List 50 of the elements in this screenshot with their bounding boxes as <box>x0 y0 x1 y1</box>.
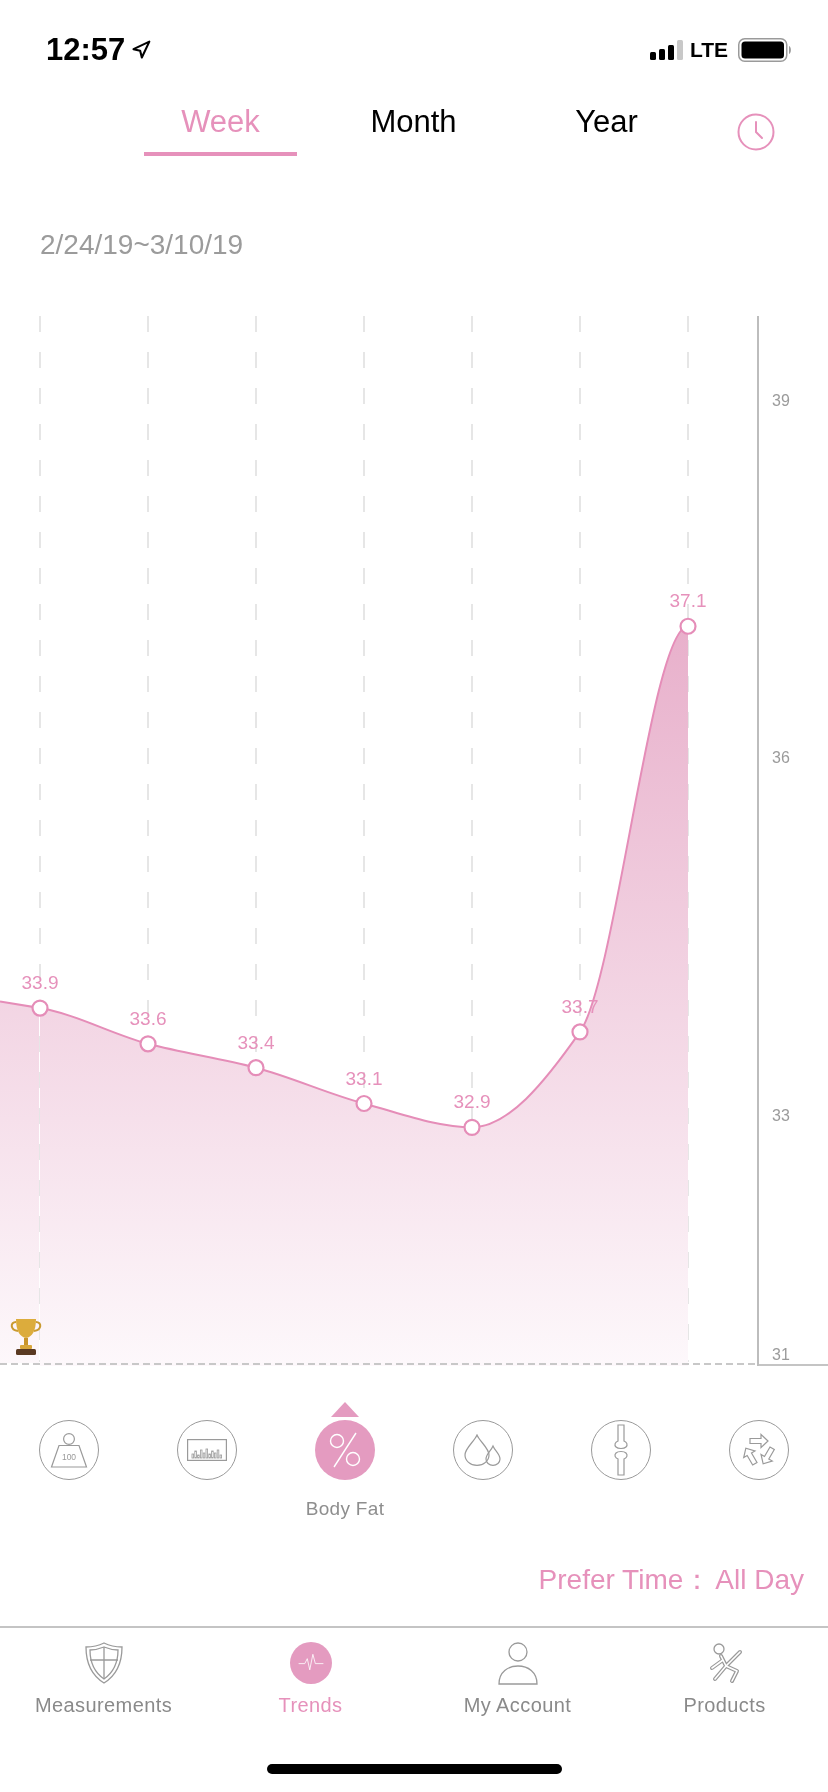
bottom-tab[interactable]: My Account <box>414 1641 621 1718</box>
y-axis-label: 39 <box>772 391 790 409</box>
metric-button[interactable]: 100 <box>39 1420 99 1480</box>
period-tab[interactable]: Month <box>337 84 490 156</box>
data-label: 37.1 <box>669 590 707 612</box>
location-arrow-icon <box>131 40 152 60</box>
prefer-time-value[interactable]: All Day <box>715 1562 804 1598</box>
bottom-tab[interactable]: Trends <box>207 1641 414 1718</box>
battery-icon <box>738 38 792 62</box>
pointer-triangle-icon <box>331 1402 359 1417</box>
percent-icon <box>328 1432 362 1468</box>
data-point <box>31 999 49 1017</box>
data-point <box>355 1094 373 1113</box>
bar-graph-icon <box>187 1439 227 1461</box>
bone-joint-icon <box>611 1424 631 1476</box>
signal-icon <box>649 40 684 60</box>
data-label: 33.6 <box>129 1007 167 1029</box>
metric-label: Body Fat <box>305 1497 385 1521</box>
data-point <box>139 1035 157 1053</box>
y-axis-label: 33 <box>772 1107 790 1125</box>
date-range-text: 2/24/19~3/10/19 <box>40 229 244 260</box>
trophy-icon <box>10 1319 42 1355</box>
metric-button[interactable] <box>591 1420 651 1480</box>
metric-button[interactable] <box>729 1420 789 1480</box>
data-label: 33.4 <box>237 1031 275 1053</box>
period-tab[interactable]: Year <box>530 84 683 156</box>
person-icon <box>495 1641 540 1685</box>
water-drops-icon <box>464 1434 502 1466</box>
data-point <box>463 1118 481 1136</box>
bottom-tab[interactable]: Measurements <box>0 1641 207 1718</box>
network-label: LTE <box>689 37 728 63</box>
recycle-icon <box>740 1432 778 1468</box>
data-point <box>247 1059 265 1077</box>
metric-button[interactable] <box>315 1420 375 1480</box>
data-point <box>679 617 697 635</box>
pulse-icon <box>288 1641 333 1685</box>
data-label: 33.1 <box>345 1067 383 1089</box>
bottom-tab[interactable]: Products <box>621 1641 828 1718</box>
y-axis-label: 36 <box>772 749 790 767</box>
data-label: 33.9 <box>21 972 59 994</box>
period-tab[interactable]: Week <box>144 84 297 156</box>
data-label: 32.9 <box>453 1091 491 1113</box>
metric-button[interactable] <box>453 1420 513 1480</box>
y-axis-label: 31 <box>772 1346 790 1364</box>
clock-icon[interactable] <box>737 113 775 151</box>
data-point <box>571 1023 589 1041</box>
prefer-time-label: Prefer Time： <box>538 1563 712 1597</box>
metric-button[interactable] <box>177 1420 237 1480</box>
weight-text: 100 <box>61 1451 77 1462</box>
status-time: 12:57 <box>46 31 126 69</box>
